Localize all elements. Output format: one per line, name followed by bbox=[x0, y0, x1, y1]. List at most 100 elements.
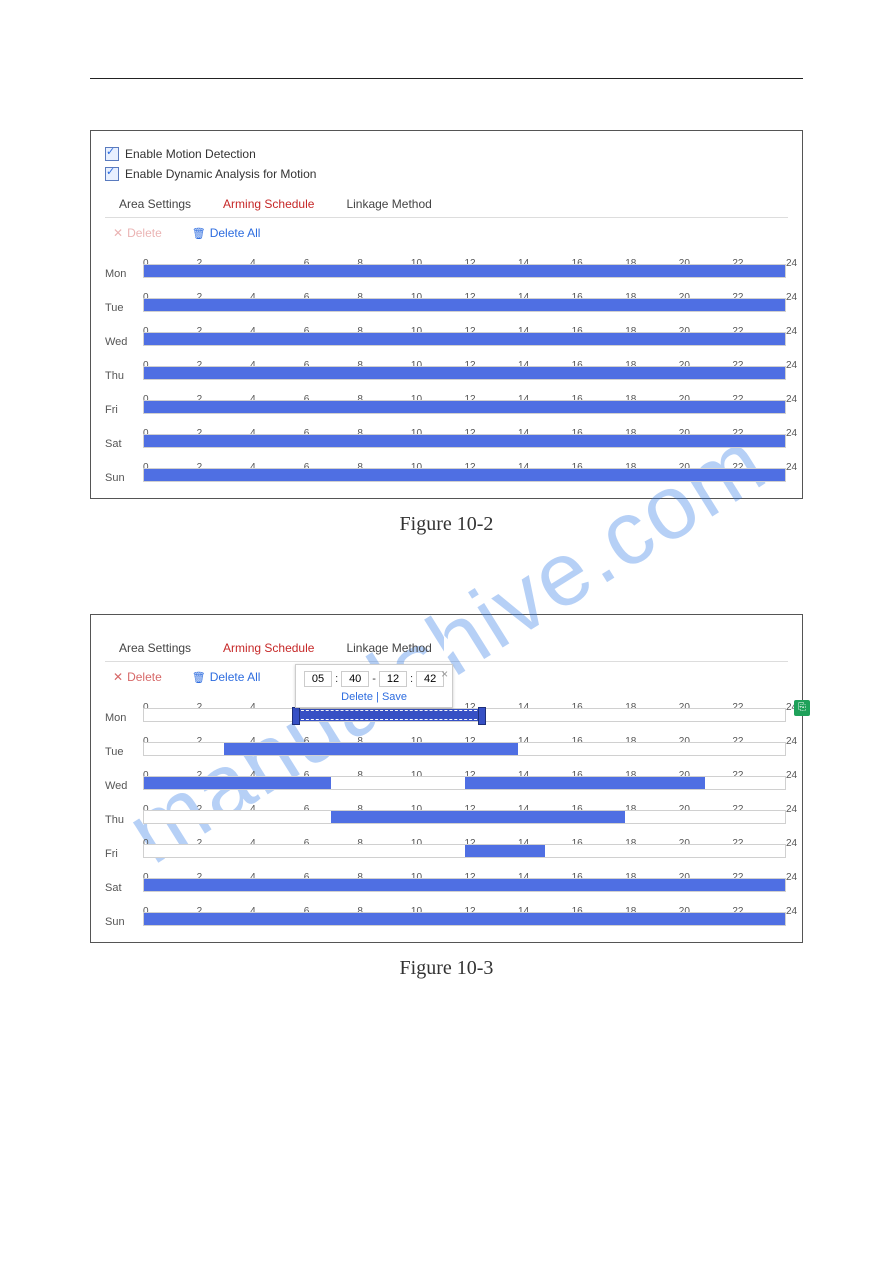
schedule-bar[interactable] bbox=[144, 777, 331, 789]
end-min-input[interactable] bbox=[416, 671, 444, 687]
arming-schedule-edit-panel: Area Settings Arming Schedule Linkage Me… bbox=[90, 614, 803, 943]
tab-arming-schedule[interactable]: Arming Schedule bbox=[209, 635, 332, 661]
schedule-bar[interactable] bbox=[144, 879, 785, 891]
motion-detection-panel: Enable Motion Detection Enable Dynamic A… bbox=[90, 130, 803, 499]
delete-button[interactable]: Delete bbox=[113, 670, 162, 684]
timeline-track[interactable] bbox=[143, 912, 786, 926]
timeline-row[interactable]: 024681012141618202224 bbox=[141, 314, 788, 348]
schedule-bar[interactable] bbox=[331, 811, 625, 823]
timeline-track[interactable] bbox=[143, 434, 786, 448]
enable-motion-row: Enable Motion Detection bbox=[105, 147, 788, 161]
schedule-bar[interactable] bbox=[144, 435, 785, 447]
time-range-popup: × : - : Delete | Save bbox=[295, 664, 453, 708]
timeline-track[interactable] bbox=[143, 298, 786, 312]
time-colon: : bbox=[410, 673, 413, 685]
figure-caption-1: Figure 10-2 bbox=[90, 513, 803, 536]
day-label: Sat bbox=[105, 860, 141, 894]
day-label: Wed bbox=[105, 758, 141, 792]
manual-page: manualshive.com Enable Motion Detection … bbox=[0, 0, 893, 1263]
timeline-row[interactable]: 024681012141618202224 bbox=[141, 758, 788, 792]
timeline-row[interactable]: 024681012141618202224 bbox=[141, 348, 788, 382]
tab-bar: Area Settings Arming Schedule Linkage Me… bbox=[105, 635, 788, 662]
timeline-row[interactable]: 024681012141618202224 bbox=[141, 826, 788, 860]
timeline-row[interactable]: 024681012141618202224 bbox=[141, 280, 788, 314]
start-hour-input[interactable] bbox=[304, 671, 332, 687]
enable-dynamic-checkbox[interactable] bbox=[105, 167, 119, 181]
timeline-track[interactable] bbox=[143, 468, 786, 482]
delete-button[interactable]: Delete bbox=[113, 226, 162, 240]
end-hour-input[interactable] bbox=[379, 671, 407, 687]
schedule-bar[interactable] bbox=[144, 367, 785, 379]
enable-dynamic-row: Enable Dynamic Analysis for Motion bbox=[105, 167, 788, 181]
tab-linkage-method[interactable]: Linkage Method bbox=[332, 635, 449, 661]
day-label: Thu bbox=[105, 348, 141, 382]
timeline-track[interactable] bbox=[143, 844, 786, 858]
day-label: Sun bbox=[105, 450, 141, 484]
copy-schedule-icon[interactable]: ⎘ bbox=[794, 700, 810, 716]
tab-area-settings[interactable]: Area Settings bbox=[105, 635, 209, 661]
timeline-track[interactable] bbox=[143, 810, 786, 824]
timeline-row[interactable]: 024681012141618202224 bbox=[141, 894, 788, 928]
schedule-bar[interactable] bbox=[144, 265, 785, 277]
day-label: Tue bbox=[105, 280, 141, 314]
schedule-bar[interactable] bbox=[144, 469, 785, 481]
schedule-bar[interactable] bbox=[295, 709, 483, 721]
day-label: Fri bbox=[105, 826, 141, 860]
time-dash: - bbox=[372, 673, 376, 685]
day-label: Thu bbox=[105, 792, 141, 826]
action-row: Delete Delete All bbox=[105, 226, 788, 240]
timeline-track[interactable] bbox=[143, 708, 786, 722]
tab-bar: Area Settings Arming Schedule Linkage Me… bbox=[105, 191, 788, 218]
delete-all-button[interactable]: Delete All bbox=[192, 226, 261, 240]
day-label: Mon bbox=[105, 246, 141, 280]
delete-all-button[interactable]: Delete All bbox=[192, 670, 261, 684]
resize-handle-left[interactable] bbox=[292, 707, 300, 725]
start-min-input[interactable] bbox=[341, 671, 369, 687]
day-label: Tue bbox=[105, 724, 141, 758]
timeline-row[interactable]: 024681012141618202224⎘ bbox=[141, 690, 788, 724]
schedule-bar[interactable] bbox=[465, 845, 545, 857]
day-label: Sat bbox=[105, 416, 141, 450]
day-label: Mon bbox=[105, 690, 141, 724]
popup-save-button[interactable]: Save bbox=[382, 691, 407, 703]
timeline-track[interactable] bbox=[143, 366, 786, 380]
tab-linkage-method[interactable]: Linkage Method bbox=[332, 191, 449, 217]
timeline-row[interactable]: 024681012141618202224 bbox=[141, 724, 788, 758]
figure-caption-2: Figure 10-3 bbox=[90, 957, 803, 980]
action-row: Delete Delete All × : - : Delete | Save bbox=[105, 670, 788, 684]
schedule-bar[interactable] bbox=[465, 777, 705, 789]
timeline-track[interactable] bbox=[143, 332, 786, 346]
time-colon: : bbox=[335, 673, 338, 685]
enable-motion-checkbox[interactable] bbox=[105, 147, 119, 161]
timeline-row[interactable]: 024681012141618202224 bbox=[141, 792, 788, 826]
timeline-row[interactable]: 024681012141618202224 bbox=[141, 860, 788, 894]
resize-handle-right[interactable] bbox=[478, 707, 486, 725]
timeline-track[interactable] bbox=[143, 742, 786, 756]
schedule-bar[interactable] bbox=[144, 333, 785, 345]
tab-arming-schedule[interactable]: Arming Schedule bbox=[209, 191, 332, 217]
schedule-bar[interactable] bbox=[144, 401, 785, 413]
schedule-grid-fig2: Mon024681012141618202224⎘Tue024681012141… bbox=[105, 690, 788, 928]
day-label: Sun bbox=[105, 894, 141, 928]
enable-motion-label: Enable Motion Detection bbox=[125, 147, 256, 161]
timeline-row[interactable]: 024681012141618202224 bbox=[141, 246, 788, 280]
tab-area-settings[interactable]: Area Settings bbox=[105, 191, 209, 217]
day-label: Wed bbox=[105, 314, 141, 348]
schedule-bar[interactable] bbox=[224, 743, 518, 755]
timeline-track[interactable] bbox=[143, 400, 786, 414]
schedule-bar[interactable] bbox=[144, 299, 785, 311]
popup-separator: | bbox=[376, 691, 379, 703]
enable-dynamic-label: Enable Dynamic Analysis for Motion bbox=[125, 167, 316, 181]
close-icon[interactable]: × bbox=[441, 667, 448, 681]
popup-delete-button[interactable]: Delete bbox=[341, 691, 373, 703]
timeline-track[interactable] bbox=[143, 878, 786, 892]
timeline-track[interactable] bbox=[143, 776, 786, 790]
timeline-row[interactable]: 024681012141618202224 bbox=[141, 450, 788, 484]
schedule-grid-fig1: Mon024681012141618202224Tue0246810121416… bbox=[105, 246, 788, 484]
day-label: Fri bbox=[105, 382, 141, 416]
timeline-track[interactable] bbox=[143, 264, 786, 278]
schedule-bar[interactable] bbox=[144, 913, 785, 925]
horizontal-rule bbox=[90, 78, 803, 79]
timeline-row[interactable]: 024681012141618202224 bbox=[141, 382, 788, 416]
timeline-row[interactable]: 024681012141618202224 bbox=[141, 416, 788, 450]
